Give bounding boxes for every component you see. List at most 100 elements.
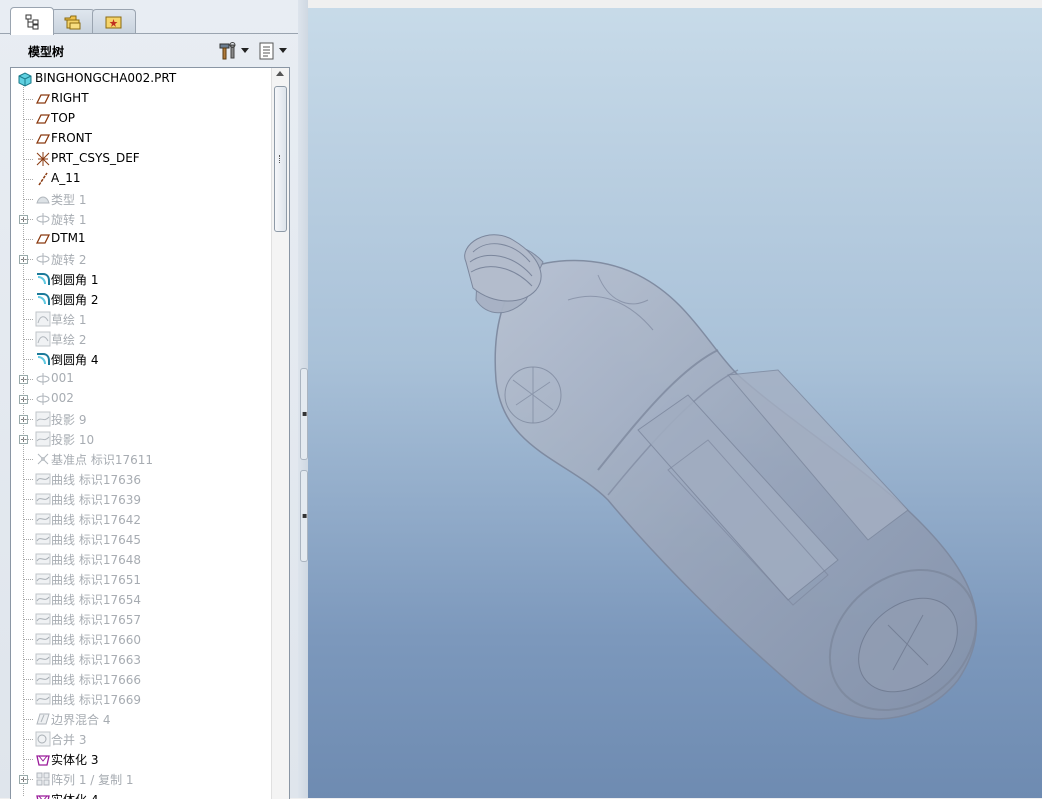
splitter-grip-bottom[interactable]: ▪ bbox=[300, 470, 308, 562]
curve-icon bbox=[35, 673, 51, 685]
tree-item[interactable]: + 旋转 2 bbox=[11, 249, 269, 269]
tree-connector bbox=[23, 179, 33, 180]
tree-item-label: 旋转 1 bbox=[51, 213, 87, 227]
tree-connector bbox=[23, 619, 33, 620]
tree-connector bbox=[23, 579, 33, 580]
folder-icon bbox=[64, 15, 81, 30]
tree-connector bbox=[23, 419, 33, 420]
tree-connector bbox=[23, 279, 33, 280]
tree-item[interactable]: 倒圆角 4 bbox=[11, 349, 269, 369]
tree-item[interactable]: TOP bbox=[11, 109, 269, 129]
tree-item[interactable]: +001 bbox=[11, 369, 269, 389]
tree-item[interactable]: 草绘 2 bbox=[11, 329, 269, 349]
tree-item[interactable]: FRONT bbox=[11, 129, 269, 149]
curve-icon bbox=[35, 513, 51, 525]
tree-connector bbox=[23, 99, 33, 100]
splitter-grip-top[interactable]: ▪ bbox=[300, 368, 308, 460]
tree-item[interactable]: 基准点 标识17611 bbox=[11, 449, 269, 469]
datum-plane-icon bbox=[35, 134, 51, 144]
datum-plane-icon bbox=[35, 94, 51, 104]
tree-root-label: BINGHONGCHA002.PRT bbox=[35, 71, 177, 85]
tree-item-label: DTM1 bbox=[51, 231, 86, 245]
tree-item-label: 曲线 标识17651 bbox=[51, 573, 141, 587]
tree-item[interactable]: + 投影 10 bbox=[11, 429, 269, 449]
tree-item[interactable]: RIGHT bbox=[11, 89, 269, 109]
tree-item[interactable]: + 旋转 1 bbox=[11, 209, 269, 229]
model-tree-title: 模型树 bbox=[28, 45, 65, 59]
viewport-top-border bbox=[308, 0, 1042, 8]
tree-item-label: 曲线 标识17657 bbox=[51, 613, 141, 627]
tree-item[interactable]: A_11 bbox=[11, 169, 269, 189]
tree-item-label: 曲线 标识17642 bbox=[51, 513, 141, 527]
curve-icon bbox=[35, 493, 51, 505]
tree-item-label: FRONT bbox=[51, 131, 92, 145]
tree-item[interactable]: 合并 3 bbox=[11, 729, 269, 749]
tree-connector bbox=[23, 659, 33, 660]
tree-item[interactable]: 曲线 标识17657 bbox=[11, 609, 269, 629]
favorites-tab[interactable] bbox=[92, 9, 136, 34]
tree-item-label: 草绘 1 bbox=[51, 313, 87, 327]
panel-splitter[interactable]: ▪ ▪ bbox=[298, 0, 308, 798]
projection-icon bbox=[35, 431, 51, 447]
tree-connector bbox=[23, 359, 33, 360]
tree-item-label: 曲线 标识17660 bbox=[51, 633, 141, 647]
tree-item[interactable]: 倒圆角 1 bbox=[11, 269, 269, 289]
tree-item-label: 曲线 标识17666 bbox=[51, 673, 141, 687]
bottle-model[interactable] bbox=[308, 0, 1042, 798]
chevron-down-icon bbox=[241, 48, 249, 53]
revolve-icon bbox=[36, 253, 50, 265]
tree-item-label: 002 bbox=[51, 391, 74, 405]
tree-item[interactable]: 曲线 标识17642 bbox=[11, 509, 269, 529]
tree-item[interactable]: DTM1 bbox=[11, 229, 269, 249]
tree-item[interactable]: + 投影 9 bbox=[11, 409, 269, 429]
tree-item[interactable]: 曲线 标识17636 bbox=[11, 469, 269, 489]
tree-connector bbox=[23, 679, 33, 680]
coordinate-system-icon bbox=[36, 152, 50, 166]
tree-item-label: 倒圆角 2 bbox=[51, 293, 99, 307]
tree-item[interactable]: 曲线 标识17660 bbox=[11, 629, 269, 649]
tree-item[interactable]: 倒圆角 2 bbox=[11, 289, 269, 309]
model-tree-tab[interactable] bbox=[10, 7, 54, 35]
tree-item[interactable]: 类型 1 bbox=[11, 189, 269, 209]
tree-item[interactable]: 草绘 1 bbox=[11, 309, 269, 329]
graphics-viewport[interactable] bbox=[308, 0, 1042, 798]
tree-item[interactable]: 曲线 标识17669 bbox=[11, 689, 269, 709]
model-tree-header: 模型树 bbox=[10, 36, 296, 66]
surface-icon bbox=[36, 196, 50, 204]
tree-item[interactable]: 曲线 标识17663 bbox=[11, 649, 269, 669]
tree-connector bbox=[23, 239, 33, 240]
tree-connector bbox=[23, 559, 33, 560]
tree-item[interactable]: PRT_CSYS_DEF bbox=[11, 149, 269, 169]
tree-scrollbar[interactable] bbox=[271, 68, 289, 799]
tree-item[interactable]: 曲线 标识17645 bbox=[11, 529, 269, 549]
tree-item[interactable]: 曲线 标识17639 bbox=[11, 489, 269, 509]
scroll-up-arrow-icon[interactable] bbox=[276, 71, 284, 76]
tree-item-label: 曲线 标识17663 bbox=[51, 653, 141, 667]
tree-item-label: 倒圆角 1 bbox=[51, 273, 99, 287]
tree-item[interactable]: 曲线 标识17666 bbox=[11, 669, 269, 689]
tree-item[interactable]: +002 bbox=[11, 389, 269, 409]
tree-connector bbox=[23, 119, 33, 120]
tree-item[interactable]: 边界混合 4 bbox=[11, 709, 269, 729]
tree-connector bbox=[23, 199, 33, 200]
tree-item-label: 草绘 2 bbox=[51, 333, 87, 347]
tree-root-item[interactable]: BINGHONGCHA002.PRT bbox=[11, 69, 269, 89]
show-menu-button[interactable] bbox=[258, 41, 287, 61]
tree-item[interactable]: 曲线 标识17648 bbox=[11, 549, 269, 569]
tree-item-label: 合并 3 bbox=[51, 733, 87, 747]
tree-item[interactable]: 曲线 标识17651 bbox=[11, 569, 269, 589]
tree-item-label: 类型 1 bbox=[51, 193, 87, 207]
tree-item[interactable]: 实体化 3 bbox=[11, 749, 269, 769]
tree-item[interactable]: + 阵列 1 / 复制 1 bbox=[11, 769, 269, 789]
scroll-thumb[interactable] bbox=[274, 86, 287, 232]
settings-button[interactable] bbox=[218, 41, 249, 61]
tree-item-label: 阵列 1 / 复制 1 bbox=[51, 773, 134, 787]
tree-connector bbox=[23, 319, 33, 320]
folder-browser-tab[interactable] bbox=[51, 9, 95, 34]
revolve-icon bbox=[36, 373, 50, 385]
tree-item-label: 边界混合 4 bbox=[51, 713, 111, 727]
tree-item[interactable]: 曲线 标识17654 bbox=[11, 589, 269, 609]
tree-connector bbox=[23, 499, 33, 500]
tree-item-label: 曲线 标识17654 bbox=[51, 593, 141, 607]
curve-icon bbox=[35, 653, 51, 665]
